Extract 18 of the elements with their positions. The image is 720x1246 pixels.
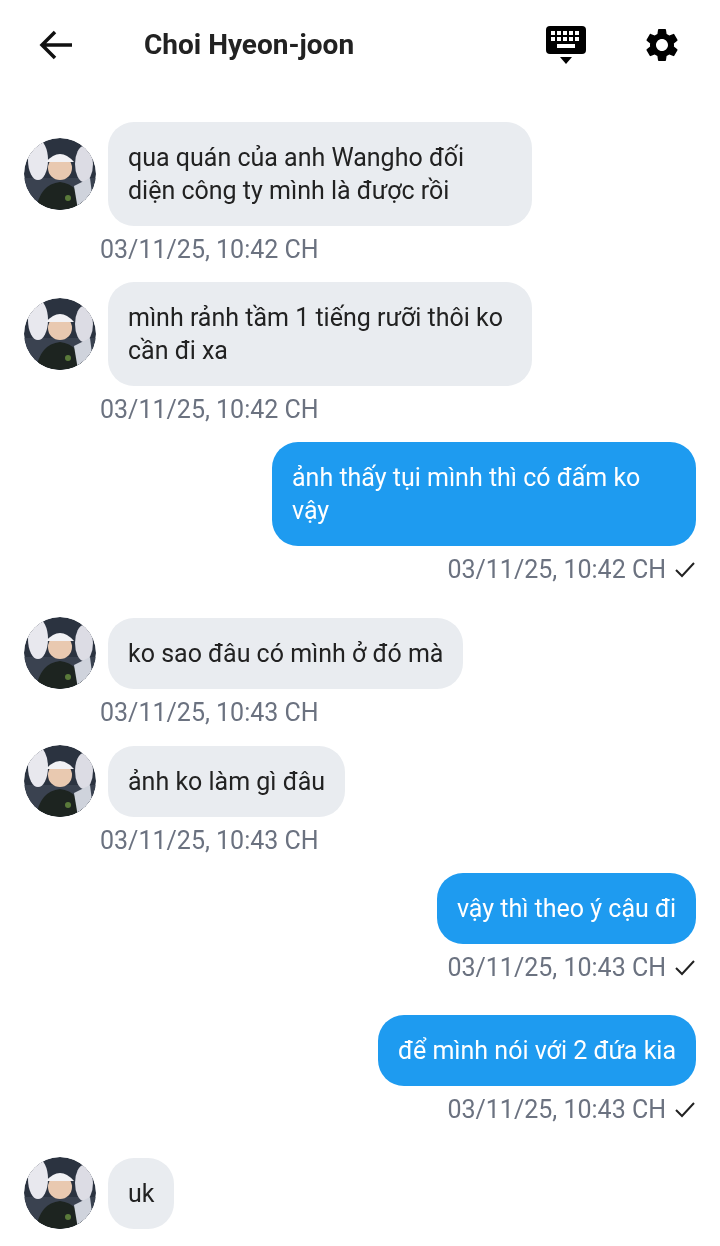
message-bubble: mình rảnh tầm 1 tiếng rưỡi thôi ko cần đi xa [108,282,532,386]
message-bubble: vậy thì theo ý cậu đi [436,873,696,944]
message-bubble: để mình nói với 2 đứa kia [378,1015,696,1086]
back-arrow-icon [38,29,74,61]
message-time: 03/11/25, 10:43 CH [100,825,320,857]
message-bubble: ko sao đâu có mình ở đó mà [108,617,464,689]
message-bubble: qua quán của anh Wangho đối diện công ty mình là được rồi [108,122,532,226]
message-bubble: ảnh ko làm gì đâu [108,745,346,817]
keyboard-icon [546,26,586,64]
message-time: 03/11/25, 10:42 CH [100,234,320,266]
message-time: 03/11/25, 10:43 CH [447,1094,666,1126]
message-bubble: uk [108,1157,175,1229]
contact-name: Choi Hyeon-joon [144,27,355,63]
message-bubble: ảnh thấy tụi mình thì có đấm ko vậy [272,442,696,546]
message-time: 03/11/25, 10:42 CH [447,554,666,586]
message-time: 03/11/25, 10:42 CH [100,394,320,426]
message-time: 03/11/25, 10:43 CH [447,952,666,984]
message-time: 03/11/25, 10:43 CH [100,697,320,729]
